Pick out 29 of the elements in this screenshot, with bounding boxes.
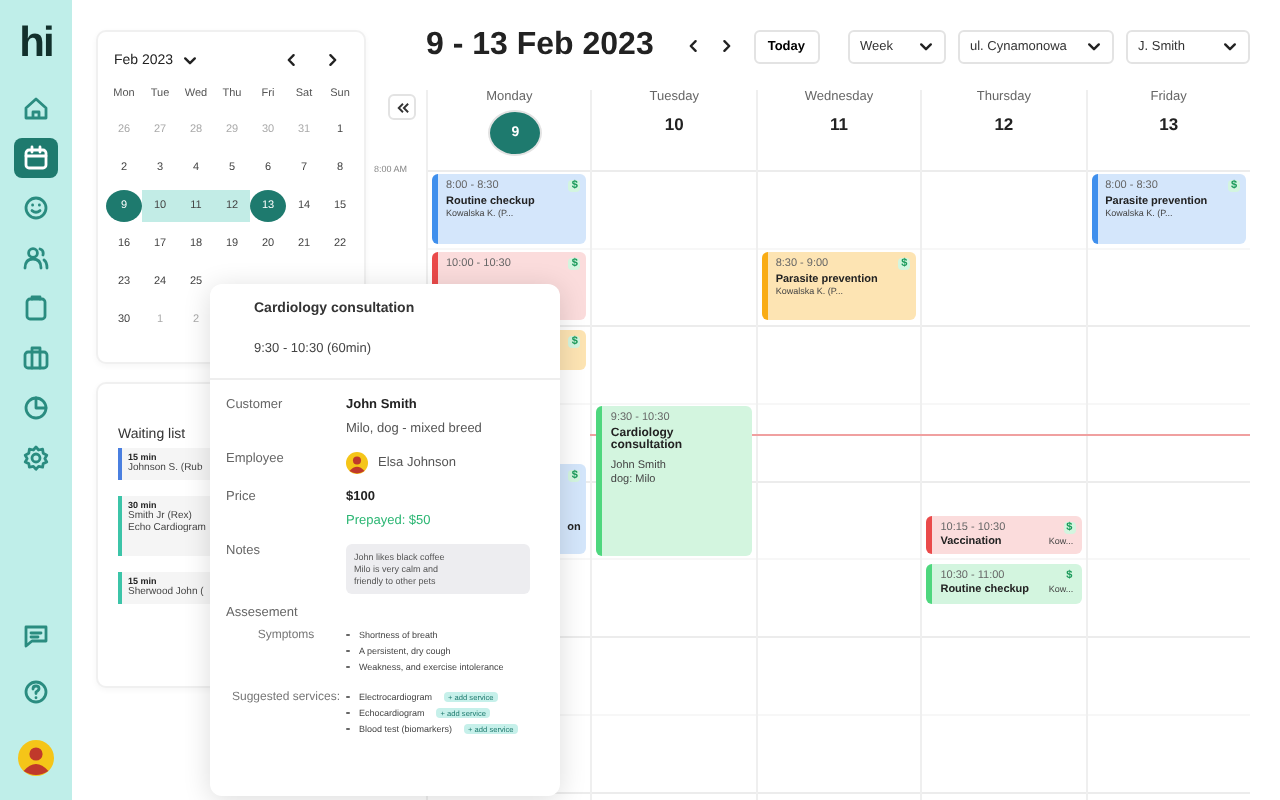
avatar [346,452,368,474]
chevron-down-icon [1086,38,1102,54]
chevron-left-icon [284,52,300,68]
nav-button[interactable] [14,138,58,178]
calendar-icon [22,144,50,172]
briefcase-icon [22,344,50,372]
chart-icon [22,394,50,422]
day-date: 11 [830,111,849,136]
chevron-down-icon [181,52,198,68]
clipboard-icon [22,294,50,322]
day-date: 13 [1159,111,1179,136]
chevron-right-icon [324,52,340,68]
chevron-right-icon [717,38,734,54]
chevron-down-icon [918,38,934,54]
day-date: 10 [664,111,684,136]
double-chevron-icon [395,101,409,113]
day-date: 12 [994,111,1014,136]
chat-icon [22,622,50,650]
help-icon [22,678,50,706]
home-icon [22,94,50,122]
collapse-button[interactable] [388,94,416,120]
settings-icon [22,444,50,472]
chevron-left-icon [685,38,702,54]
users-icon [22,244,50,272]
smiley-icon [22,194,50,222]
avatar[interactable] [18,740,54,776]
chevron-down-icon [1222,38,1238,54]
logo: hi [19,20,53,68]
date-range-title: 9 - 13 Feb 2023 [426,28,654,64]
